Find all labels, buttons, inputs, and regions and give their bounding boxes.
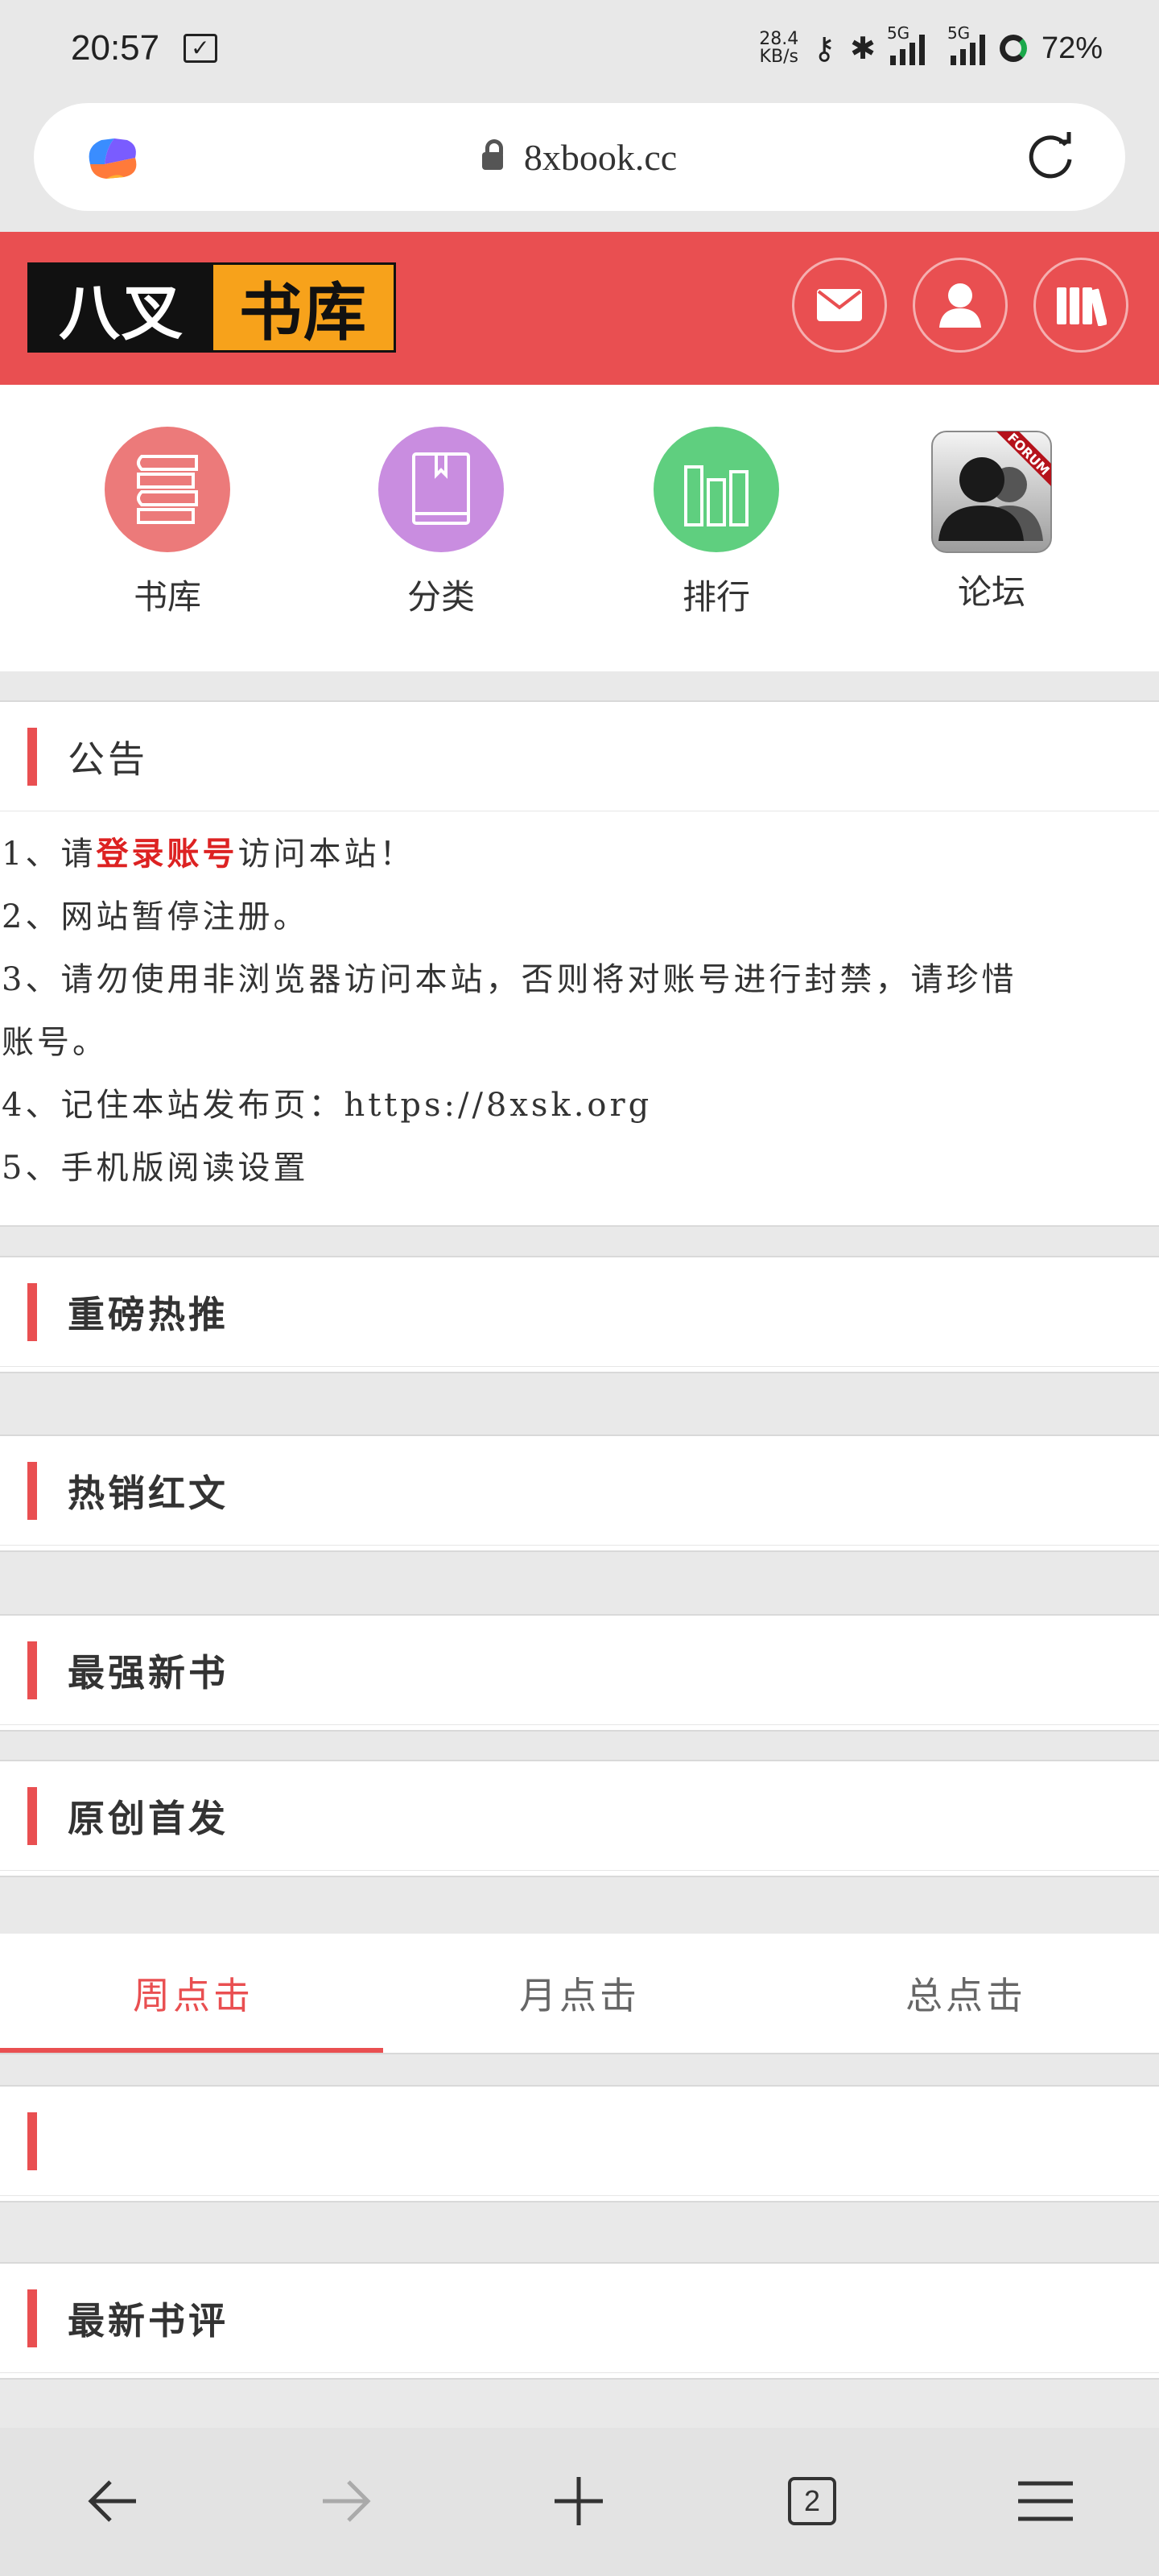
section-marker bbox=[27, 1641, 37, 1699]
url-display[interactable]: 8xbook.cc bbox=[481, 136, 678, 179]
mail-icon bbox=[817, 289, 862, 321]
section-title: 热销红文 bbox=[68, 1471, 229, 1515]
ranking-tabs: 周点击 月点击 总点击 bbox=[0, 1934, 1159, 2054]
copilot-icon[interactable] bbox=[82, 132, 143, 184]
bar-chart-icon bbox=[654, 427, 779, 552]
bookshelf-button[interactable] bbox=[1033, 258, 1128, 353]
user-button[interactable] bbox=[913, 258, 1008, 353]
menu-icon bbox=[1018, 2481, 1073, 2521]
library-icon bbox=[105, 427, 230, 552]
lock-icon bbox=[481, 139, 503, 170]
section-header: 热销红文 bbox=[0, 1436, 1159, 1546]
mail-button[interactable] bbox=[792, 258, 887, 353]
status-icons: 28.4 KB/s ⚷ ✱ 5G 5G 72% bbox=[759, 23, 1103, 67]
net-speed: 28.4 KB/s bbox=[759, 29, 799, 67]
menu-button[interactable] bbox=[1009, 2465, 1082, 2537]
signal-icon: 5G bbox=[887, 23, 925, 65]
section-reviews: 最新书评 bbox=[0, 2262, 1159, 2380]
site-logo[interactable]: 八叉 书库 bbox=[27, 262, 396, 353]
notice-section: 公告 1、请登录账号访问本站！ 2、网站暂停注册。 3、请勿使用非浏览器访问本站… bbox=[0, 700, 1159, 1227]
key-icon: ⚷ bbox=[813, 31, 836, 66]
signal-icon-2: 5G bbox=[947, 23, 985, 65]
section-title: 原创首发 bbox=[68, 1796, 229, 1840]
section-title: 最强新书 bbox=[68, 1650, 229, 1695]
section-header: 原创首发 bbox=[0, 1761, 1159, 1871]
tab-monthly[interactable]: 月点击 bbox=[386, 1934, 773, 2053]
notice-line: 2、网站暂停注册。 bbox=[2, 898, 309, 935]
tab-weekly[interactable]: 周点击 bbox=[0, 1934, 386, 2053]
back-arrow-icon bbox=[88, 2480, 136, 2522]
section-bestselling: 热销红文 bbox=[0, 1435, 1159, 1552]
publish-page-link[interactable]: 4、记住本站发布页：https://8xsk.org bbox=[0, 1074, 1159, 1137]
section-header bbox=[0, 2087, 1159, 2196]
section-newbooks: 最强新书 bbox=[0, 1614, 1159, 1732]
tab-count: 2 bbox=[788, 2477, 836, 2525]
section-original: 原创首发 bbox=[0, 1760, 1159, 1877]
user-icon bbox=[939, 283, 981, 328]
tab-total[interactable]: 总点击 bbox=[773, 1934, 1159, 2053]
notification-icon: ✓ bbox=[184, 34, 217, 63]
section-title: 公告 bbox=[68, 737, 148, 781]
section-marker bbox=[27, 727, 37, 786]
reload-icon[interactable] bbox=[1024, 130, 1077, 184]
reading-settings-link[interactable]: 5、手机版阅读设置 bbox=[0, 1137, 1159, 1199]
section-marker bbox=[27, 1461, 37, 1520]
section-marker bbox=[27, 1282, 37, 1341]
battery-percent: 72% bbox=[1041, 31, 1103, 65]
notice-line: 3、请勿使用非浏览器访问本站，否则将对账号进行封禁，请珍惜 bbox=[2, 961, 1017, 998]
nav-category[interactable]: 分类 bbox=[353, 427, 530, 619]
nav-library[interactable]: 书库 bbox=[79, 427, 256, 619]
notice-list: 1、请登录账号访问本站！ 2、网站暂停注册。 3、请勿使用非浏览器访问本站，否则… bbox=[0, 811, 1159, 1199]
back-button[interactable] bbox=[77, 2465, 150, 2537]
browser-toolbar: 8xbook.cc bbox=[0, 97, 1159, 232]
site-header: 八叉 书库 bbox=[0, 232, 1159, 385]
login-link[interactable]: 登录账号 bbox=[96, 835, 237, 873]
forward-button[interactable] bbox=[309, 2465, 382, 2537]
section-marker bbox=[27, 1786, 37, 1845]
status-time: 20:57 bbox=[71, 28, 160, 68]
section-marker bbox=[27, 2289, 37, 2347]
section-ranking-list bbox=[0, 2085, 1159, 2202]
url-text: 8xbook.cc bbox=[523, 136, 678, 178]
section-title: 重磅热推 bbox=[68, 1292, 229, 1336]
section-title: 最新书评 bbox=[68, 2298, 229, 2343]
notice-line: 1、请登录账号访问本站！ bbox=[2, 835, 415, 873]
section-header: 最新书评 bbox=[0, 2264, 1159, 2373]
nav-ranking[interactable]: 排行 bbox=[628, 427, 805, 619]
section-header: 重磅热推 bbox=[0, 1257, 1159, 1367]
logo-left-text: 八叉 bbox=[59, 277, 184, 349]
address-bar[interactable]: 8xbook.cc bbox=[34, 103, 1125, 211]
tabs-button[interactable]: 2 bbox=[776, 2465, 848, 2537]
books-icon bbox=[1057, 287, 1107, 326]
section-marker bbox=[27, 2112, 37, 2170]
active-tab-indicator bbox=[0, 2048, 383, 2053]
section-header: 最强新书 bbox=[0, 1616, 1159, 1725]
browser-bottom-bar: 2 bbox=[0, 2428, 1159, 2576]
section-featured: 重磅热推 bbox=[0, 1256, 1159, 1373]
new-tab-button[interactable] bbox=[542, 2465, 615, 2537]
status-bar: 20:57 ✓ 28.4 KB/s ⚷ ✱ 5G 5G 72% bbox=[0, 0, 1159, 97]
notice-line: 账号。 bbox=[2, 1024, 108, 1061]
section-header: 公告 bbox=[0, 702, 1159, 811]
battery-icon bbox=[999, 35, 1027, 62]
forward-arrow-icon bbox=[323, 2480, 371, 2522]
bluetooth-icon: ✱ bbox=[850, 31, 876, 66]
plus-icon bbox=[555, 2477, 603, 2525]
category-nav: 书库 分类 排行 FORUM 论坛 bbox=[0, 385, 1159, 671]
book-icon bbox=[378, 427, 504, 552]
logo-right-text: 书库 bbox=[213, 265, 394, 350]
nav-forum[interactable]: FORUM 论坛 bbox=[903, 427, 1080, 614]
forum-icon: FORUM bbox=[929, 427, 1054, 555]
